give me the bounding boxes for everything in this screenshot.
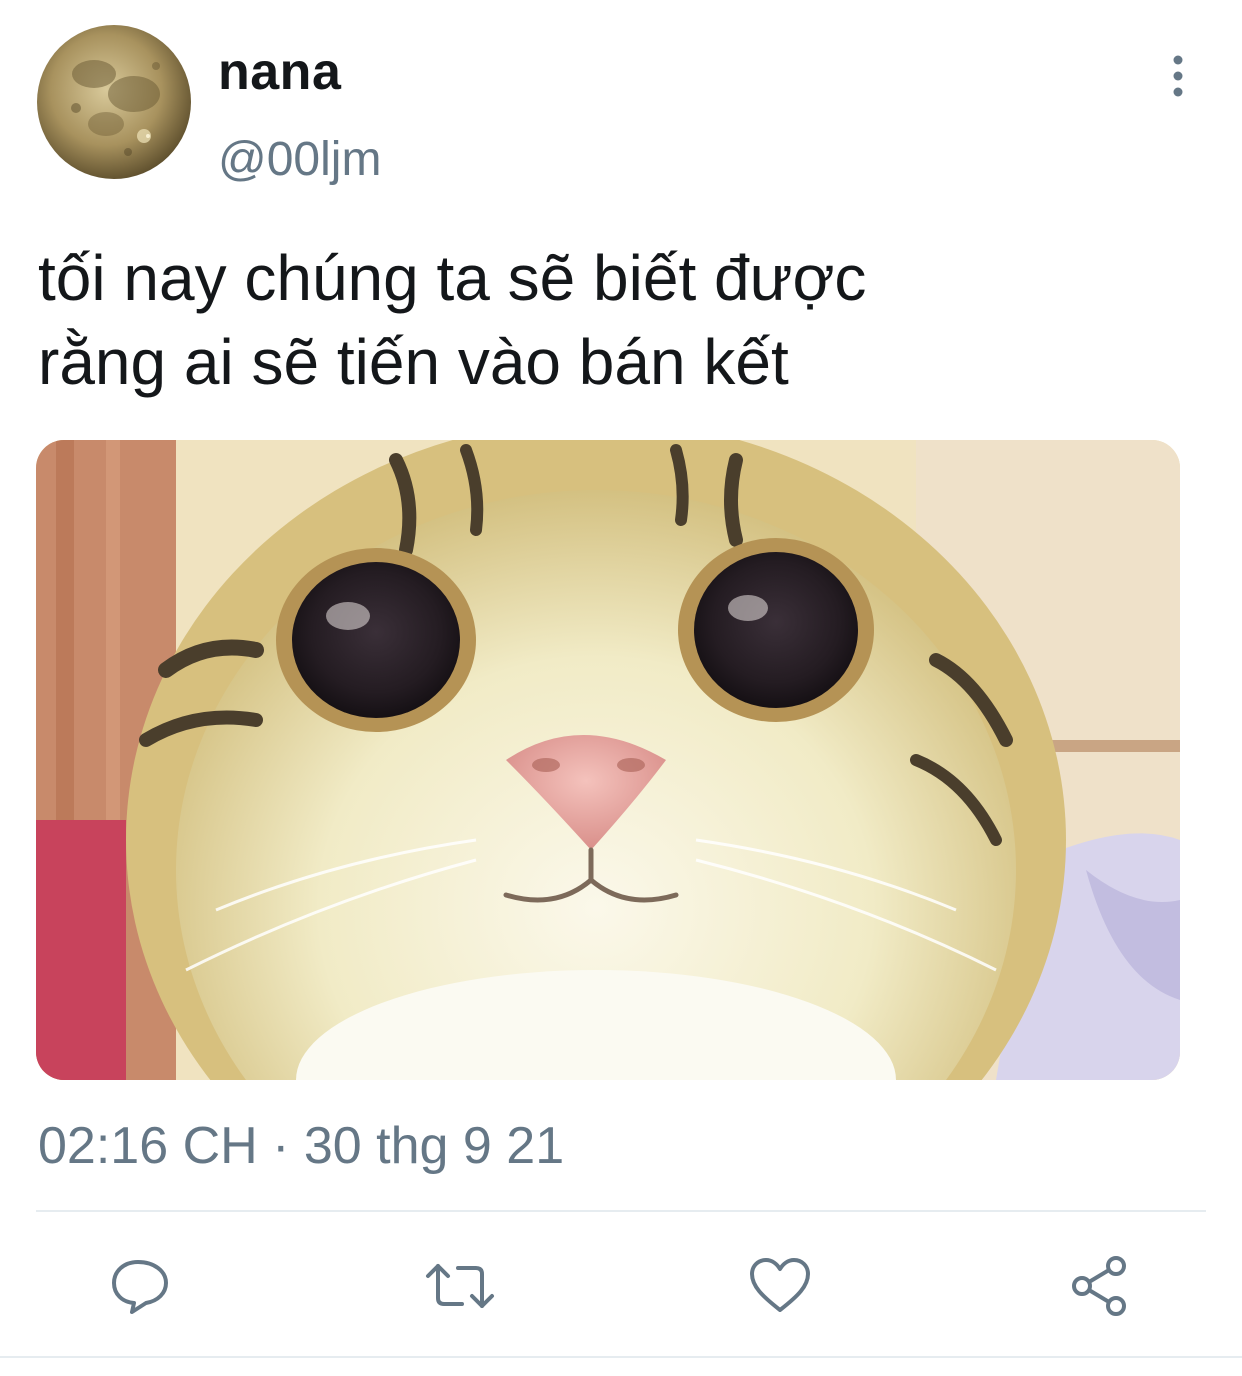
retweet-button[interactable] [418,1244,502,1328]
heart-icon [750,1258,810,1312]
cat-photo [36,440,1180,1080]
moon-avatar-icon [37,25,191,179]
reply-button[interactable] [98,1244,182,1328]
author-display-name[interactable]: nana [218,42,341,102]
divider [0,1356,1242,1358]
more-vertical-icon[interactable] [1160,54,1196,98]
retweet-arrows-icon [426,1264,494,1308]
tweet-media-image[interactable] [36,440,1180,1080]
tweet-action-bar [0,1244,1242,1328]
tweet-text-line: rằng ai sẽ tiến vào bán kết [38,326,789,398]
author-handle[interactable]: @00ljm [218,132,381,188]
share-button[interactable] [1058,1244,1142,1328]
tweet-timestamp[interactable]: 02:16 CH · 30 thg 9 21 [38,1116,564,1176]
speech-bubble-icon [112,1260,168,1314]
tweet-card: nana @00ljm tối nay chúng ta sẽ biết đượ… [0,0,1242,1376]
author-avatar[interactable] [36,24,192,180]
tweet-text: tối nay chúng ta sẽ biết được rằng ai sẽ… [38,236,1198,404]
tweet-text-line: tối nay chúng ta sẽ biết được [38,242,867,314]
divider [36,1210,1206,1212]
like-button[interactable] [738,1244,822,1328]
share-nodes-icon [1072,1256,1126,1316]
